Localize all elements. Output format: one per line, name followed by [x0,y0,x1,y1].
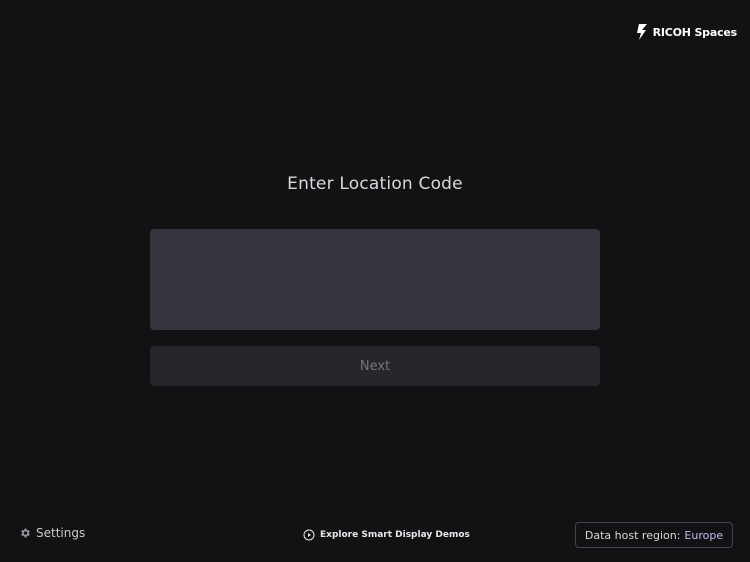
explore-demos-label: Explore Smart Display Demos [320,530,470,540]
brand-logo-text: RICOH Spaces [652,25,738,39]
gear-icon [21,528,30,538]
location-code-input[interactable] [150,229,600,330]
region-label: Data host region: [584,528,681,542]
play-circle-icon [303,529,315,541]
region-value: Europe [684,528,724,542]
ricoh-spaces-logo-icon [636,24,647,40]
settings-label: Settings [36,526,86,540]
explore-demos-link[interactable]: Explore Smart Display Demos [303,529,470,541]
brand-logo: RICOH Spaces [636,24,737,40]
data-host-region-selector[interactable]: Data host region: Europe [575,522,733,548]
next-button[interactable]: Next [150,346,600,386]
location-code-screen: RICOH Spaces Enter Location Code Next Se… [0,0,750,562]
page-title: Enter Location Code [287,174,463,194]
settings-button[interactable]: Settings [19,526,85,540]
